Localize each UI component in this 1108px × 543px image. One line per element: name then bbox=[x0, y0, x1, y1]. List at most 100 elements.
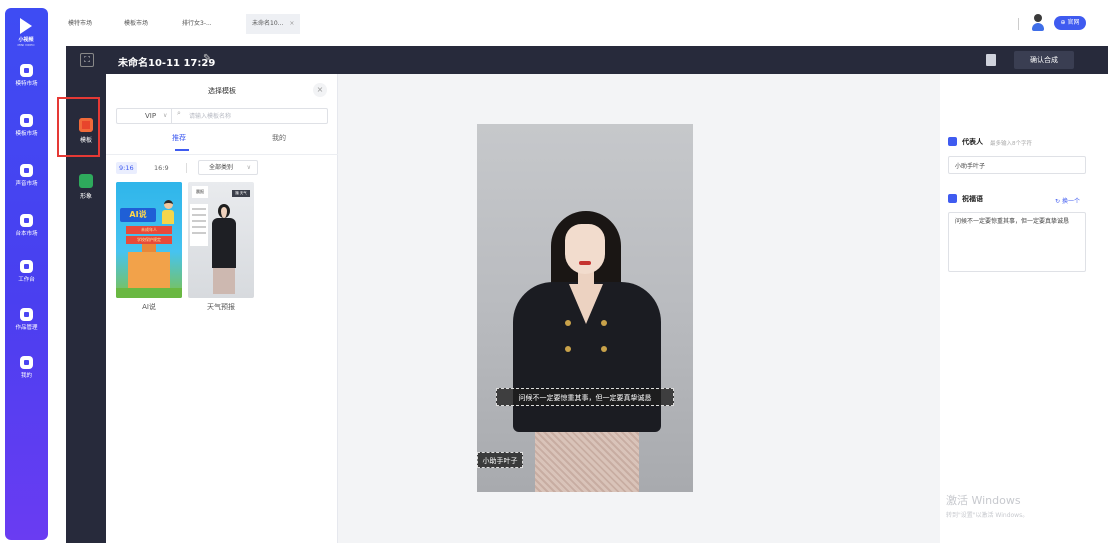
template-icon bbox=[20, 114, 33, 127]
fullscreen-icon[interactable]: ⛶ bbox=[80, 53, 94, 67]
template-card-weather[interactable]: 晨报 播 天气 天气预报 bbox=[188, 182, 254, 311]
person-icon bbox=[948, 137, 957, 146]
close-icon[interactable]: × bbox=[313, 83, 327, 97]
template-picker-panel: 选择模板 × VIP ∨ ⌕ 推荐 我的 9:16 16:9 全部类别 ∨ AI说 … bbox=[106, 74, 338, 543]
vip-label: VIP bbox=[145, 112, 157, 120]
tab-label: 排行女3-... bbox=[182, 20, 212, 27]
search-icon: ⌕ bbox=[177, 109, 181, 117]
chevron-down-icon: ∨ bbox=[163, 112, 168, 119]
tab-mine[interactable]: 我的 bbox=[272, 133, 286, 143]
message-icon bbox=[948, 194, 957, 203]
tab-label: 模特市场 bbox=[68, 20, 93, 27]
divider bbox=[106, 154, 338, 155]
swap-button[interactable]: ↻ 换一个 bbox=[1055, 196, 1080, 205]
sidebar-item-workbench[interactable]: 工作台 bbox=[5, 260, 48, 283]
grass-illustration bbox=[116, 288, 182, 298]
video-preview[interactable] bbox=[477, 124, 693, 492]
sidebar-item-model-market[interactable]: 模特市场 bbox=[5, 64, 48, 87]
search-input[interactable] bbox=[189, 111, 329, 121]
workbench-icon bbox=[20, 260, 33, 273]
thumb-banner: AI说 bbox=[120, 208, 156, 222]
template-name: 天气预报 bbox=[207, 303, 235, 311]
tab-ranking[interactable]: 排行女3-... bbox=[176, 14, 218, 34]
rep-input[interactable]: 小助手叶子 bbox=[948, 156, 1086, 174]
category-select[interactable]: 全部类别 ∨ bbox=[198, 160, 258, 175]
tab-close-icon[interactable]: × bbox=[289, 20, 294, 27]
sidebar-item-label: 台本市场 bbox=[15, 231, 38, 237]
tab-untitled[interactable]: 未命名10... × bbox=[246, 14, 301, 34]
presenter-face bbox=[565, 224, 605, 274]
tab-recommend[interactable]: 推荐 bbox=[172, 133, 186, 143]
jacket-button bbox=[601, 346, 607, 352]
sidebar-item-voice-market[interactable]: 声音市场 bbox=[5, 164, 48, 187]
sidebar-item-label: 我的 bbox=[20, 373, 32, 379]
watermark-line: 激活 Windows bbox=[946, 494, 1021, 507]
template-thumbnail: AI说 未成年人 学校保护规定 bbox=[116, 182, 182, 298]
thumb-label: 播 天气 bbox=[232, 190, 250, 197]
presenter-skirt bbox=[535, 424, 639, 492]
confirm-compose-button[interactable]: 确认合成 bbox=[1014, 51, 1074, 69]
logo-subtitle: MINI VIDEO bbox=[17, 43, 35, 47]
tab-label: 模板市场 bbox=[124, 20, 149, 27]
bless-textarea[interactable]: 问候不一定要惊重其事，但一定要真挚诚恳 bbox=[948, 212, 1086, 272]
presenter-illustration bbox=[210, 204, 238, 298]
model-icon bbox=[20, 64, 33, 77]
tab-bar: 模特市场 模板市场 排行女3-... 未命名10... × ⊕ 官网 bbox=[58, 10, 1108, 36]
bless-title: 祝福语 bbox=[962, 195, 983, 203]
presenter-lips bbox=[579, 261, 591, 265]
jacket-button bbox=[565, 346, 571, 352]
edit-title-icon[interactable]: ✎ bbox=[203, 53, 211, 64]
thumb-label: 晨报 bbox=[192, 186, 208, 198]
thumb-line: 学校保护规定 bbox=[126, 236, 172, 244]
top-right-actions: ⊕ 官网 bbox=[1018, 12, 1088, 36]
user-icon bbox=[20, 356, 33, 369]
logo-title: 小视频 bbox=[18, 37, 34, 43]
works-icon bbox=[20, 308, 33, 321]
jacket-button bbox=[565, 320, 571, 326]
official-site-button[interactable]: ⊕ 官网 bbox=[1054, 16, 1086, 30]
sidebar-item-script-market[interactable]: 台本市场 bbox=[5, 214, 48, 237]
selection-highlight bbox=[57, 97, 100, 157]
sidebar-item-template-market[interactable]: 模板市场 bbox=[5, 114, 48, 137]
play-logo-icon bbox=[20, 18, 32, 34]
divider bbox=[1018, 18, 1019, 30]
sidebar-item-label: 工作台 bbox=[18, 277, 35, 283]
template-name: AI说 bbox=[142, 303, 156, 311]
panel-title: 选择模板 bbox=[208, 87, 236, 95]
sidebar-item-label: 声音市场 bbox=[15, 181, 38, 187]
subtitle-caption[interactable]: 问候不一定要惊重其事，但一定要真挚诚恳 bbox=[496, 388, 674, 406]
swap-label: 换一个 bbox=[1061, 198, 1080, 205]
tab-model-market[interactable]: 模特市场 bbox=[62, 14, 98, 34]
tool-avatar[interactable]: 形象 bbox=[66, 174, 106, 200]
windows-activation-watermark: 激活 Windows 转到"设置"以激活 Windows。 bbox=[946, 492, 1028, 519]
jacket-button bbox=[601, 320, 607, 326]
sidebar-item-works[interactable]: 作品管理 bbox=[5, 308, 48, 331]
rep-hint: 最多输入8个字符 bbox=[990, 141, 1032, 147]
divider bbox=[186, 163, 187, 173]
save-icon[interactable] bbox=[986, 54, 996, 66]
avatar[interactable] bbox=[1032, 14, 1044, 32]
watermark-line: 转到"设置"以激活 Windows。 bbox=[946, 512, 1029, 519]
property-panel: 代表人 最多输入8个字符 小助手叶子 祝福语 ↻ 换一个 问候不一定要惊重其事，… bbox=[940, 124, 1092, 492]
category-label: 全部类别 bbox=[209, 164, 234, 171]
ratio-16-9-button[interactable]: 16:9 bbox=[151, 162, 172, 174]
people-icon bbox=[79, 174, 93, 188]
search-bar: VIP ∨ ⌕ bbox=[116, 108, 329, 124]
tab-label: 未命名10... bbox=[252, 20, 284, 27]
sidebar-item-label: 作品管理 bbox=[15, 325, 38, 331]
name-tag[interactable]: 小助手叶子 bbox=[477, 452, 523, 468]
tab-template-market[interactable]: 模板市场 bbox=[118, 14, 154, 34]
sidebar-item-mine[interactable]: 我的 bbox=[5, 356, 48, 379]
chevron-down-icon: ∨ bbox=[246, 164, 251, 171]
official-site-label: 官网 bbox=[1067, 19, 1080, 26]
template-card-ai[interactable]: AI说 未成年人 学校保护规定 AI说 bbox=[116, 182, 182, 311]
editor-header: ⛶ 未命名10-11 17:29 ✎ 确认合成 bbox=[66, 46, 1108, 74]
thumb-list bbox=[190, 204, 208, 246]
app-logo[interactable]: 小视频 MINI VIDEO bbox=[14, 18, 38, 52]
vip-select[interactable]: VIP ∨ bbox=[117, 109, 172, 123]
app-root: 小视频 MINI VIDEO 模特市场 模板市场 声音市场 台本市场 工作台 作… bbox=[0, 0, 1108, 543]
project-title: 未命名10-11 17:29 bbox=[118, 58, 216, 69]
active-tab-indicator bbox=[175, 149, 189, 151]
ratio-9-16-button[interactable]: 9:16 bbox=[116, 162, 137, 174]
building-illustration bbox=[128, 244, 170, 292]
